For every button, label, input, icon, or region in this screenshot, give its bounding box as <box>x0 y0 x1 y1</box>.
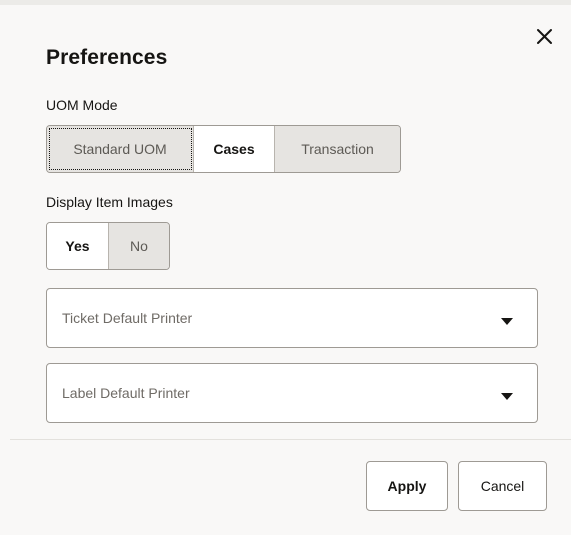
uom-mode-label: UOM Mode <box>46 97 118 113</box>
cancel-button[interactable]: Cancel <box>458 461 547 511</box>
images-option-no[interactable]: No <box>109 223 169 269</box>
close-icon <box>530 22 558 50</box>
footer-divider <box>10 439 571 440</box>
ticket-default-printer-select[interactable]: Ticket Default Printer <box>46 288 538 348</box>
uom-option-transaction[interactable]: Transaction <box>275 126 400 172</box>
label-default-printer-select[interactable]: Label Default Printer <box>46 363 538 423</box>
dialog-title: Preferences <box>46 46 168 69</box>
label-printer-placeholder: Label Default Printer <box>62 385 190 401</box>
dialog-top-strip <box>0 0 571 5</box>
uom-option-cases[interactable]: Cases <box>194 126 275 172</box>
close-button[interactable] <box>530 22 558 50</box>
display-item-images-segmented-control: Yes No <box>46 222 170 270</box>
uom-option-standard-uom[interactable]: Standard UOM <box>47 126 194 172</box>
caret-down-icon <box>501 388 513 406</box>
preferences-dialog: Preferences UOM Mode Standard UOM Cases … <box>0 0 571 535</box>
uom-mode-segmented-control: Standard UOM Cases Transaction <box>46 125 401 173</box>
display-item-images-label: Display Item Images <box>46 194 173 210</box>
ticket-printer-placeholder: Ticket Default Printer <box>62 310 193 326</box>
images-option-yes[interactable]: Yes <box>47 223 109 269</box>
caret-down-icon <box>501 313 513 331</box>
apply-button[interactable]: Apply <box>366 461 448 511</box>
